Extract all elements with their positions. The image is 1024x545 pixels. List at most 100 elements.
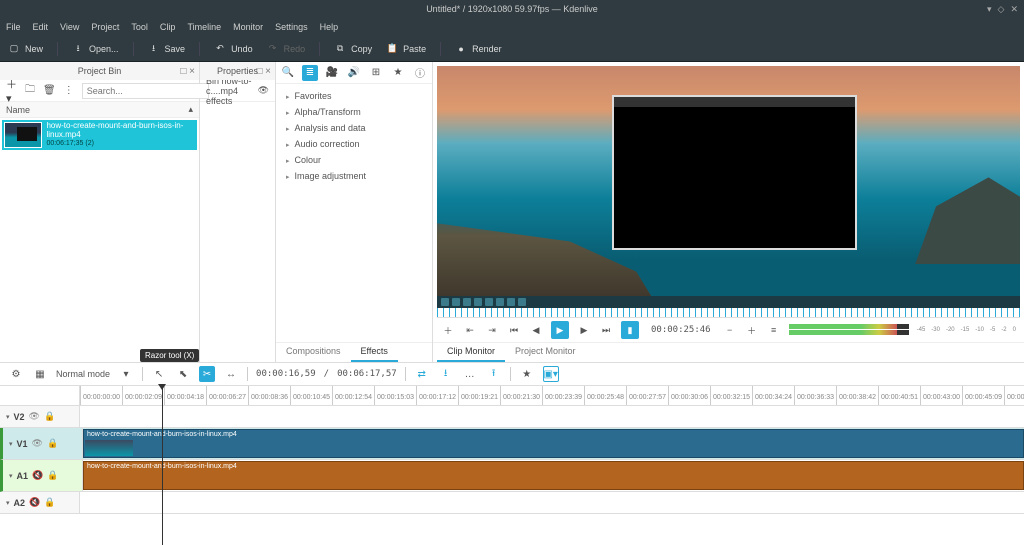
clip-monitor-view[interactable] [437,66,1020,308]
forward-icon[interactable]: ⏭ [599,323,613,337]
undo-button[interactable]: ↶Undo [214,43,253,55]
monitor-timecode[interactable]: 00:00:25:46 [647,325,715,335]
zoom-out-icon[interactable]: − [723,323,737,337]
effect-category[interactable]: Favorites [276,88,432,104]
menu-edit[interactable]: Edit [33,22,49,32]
close-icon[interactable]: □ × [256,66,271,77]
mute-icon[interactable]: 🔇 [32,470,43,481]
menu-file[interactable]: File [6,22,21,32]
video-icon[interactable]: 🎥 [324,65,340,81]
favorite-effect-icon[interactable]: ★ [519,366,535,382]
record-icon: ● [455,43,467,55]
timeline-toolbar: ⚙ ▦ Normal mode ▾ ↖ ⬉ ✂ Razor tool (X) ↔… [0,362,1024,386]
timeline-audio-clip[interactable]: how-to-create-mount-and-burn-isos-in-lin… [83,461,1024,490]
copy-button[interactable]: ⧉Copy [334,43,372,55]
mute-icon[interactable]: 👁 [32,438,43,449]
zone-end-icon[interactable]: ⇥ [485,323,499,337]
selection-tool[interactable]: ↖ [151,366,167,382]
bin-clip-item[interactable]: how-to-create-mount-and-burn-isos-in-lin… [2,120,197,150]
pointer-tool[interactable]: ⬉ [175,366,191,382]
menu-help[interactable]: Help [320,22,339,32]
menu-project[interactable]: Project [91,22,119,32]
open-button[interactable]: ⭳Open... [72,43,119,55]
minimize-icon[interactable]: ▾ [987,4,992,15]
info-icon[interactable]: ⓘ [412,65,428,81]
menu-timeline[interactable]: Timeline [187,22,221,32]
edit-mode-select[interactable]: Normal mode [56,369,110,379]
search-icon[interactable]: 🔍 [280,65,296,81]
close-icon[interactable]: □ × [180,66,195,77]
effect-category[interactable]: Alpha/Transform [276,104,432,120]
favorite-icon[interactable]: ★ [390,65,406,81]
menu-monitor[interactable]: Monitor [233,22,263,32]
timeline-ruler[interactable]: 00:00:00:0000:00:02:0900:00:04:1800:00:0… [80,386,1024,405]
expand-icon[interactable]: ▾ [9,440,13,448]
effect-category[interactable]: Analysis and data [276,120,432,136]
spacer-tool[interactable]: ↔ [223,366,239,382]
play-button[interactable]: ▶ [551,321,569,339]
tag-icon[interactable]: ⋮ [64,85,74,96]
insert-icon[interactable]: ⭳ [438,366,454,382]
tab-effects[interactable]: Effects [351,343,398,362]
preview-render-icon[interactable]: ▣▾ [543,366,559,382]
custom-icon[interactable]: ⊞ [368,65,384,81]
tab-compositions[interactable]: Compositions [276,343,351,362]
options-icon[interactable]: ≡ [767,323,781,337]
menu-clip[interactable]: Clip [160,22,176,32]
lock-icon[interactable]: 🔒 [44,497,55,508]
lift-icon[interactable]: ⭱ [486,366,502,382]
lock-icon[interactable]: 🔒 [47,470,58,481]
monitor-ruler[interactable] [437,308,1020,318]
folder-icon[interactable]: 🗀 [25,82,35,99]
expand-icon[interactable]: ▾ [9,472,13,480]
paste-button[interactable]: 📋Paste [386,43,426,55]
effect-category[interactable]: Audio correction [276,136,432,152]
mute-icon[interactable]: 🔇 [29,497,40,508]
tab-project-monitor[interactable]: Project Monitor [505,343,586,362]
chevron-down-icon[interactable]: ▾ [118,366,134,382]
expand-icon[interactable]: ▾ [6,413,10,421]
new-button[interactable]: ▢New [8,43,43,55]
effect-category[interactable]: Colour [276,152,432,168]
zoom-in-icon[interactable]: ＋ [745,323,759,337]
redo-button[interactable]: ↷Redo [267,43,306,55]
properties-tab[interactable]: Properties □ × [200,62,275,80]
lock-icon[interactable]: 🔒 [47,438,58,449]
mix-icon[interactable]: ⇄ [414,366,430,382]
list-view-icon[interactable]: ≣ [302,65,318,81]
bin-column-header[interactable]: Name▴ [0,102,199,118]
save-button[interactable]: ⭳Save [148,43,186,55]
add-marker-icon[interactable]: ＋ [441,323,455,337]
zone-start-icon[interactable]: ⇤ [463,323,477,337]
ruler-tick: 00:00:45:09 [962,386,1002,405]
ruler-tick: 00:00:12:54 [332,386,372,405]
lock-icon[interactable]: 🔒 [44,411,55,422]
playhead[interactable] [162,386,163,545]
bin-tab[interactable]: Project Bin □ × [0,62,199,80]
razor-tool[interactable]: ✂ [199,366,215,382]
maximize-icon[interactable]: ◇ [998,4,1005,15]
visibility-icon[interactable]: 👁 [258,85,269,96]
mute-icon[interactable]: 👁 [29,411,40,422]
settings-icon[interactable]: ⚙ [8,366,24,382]
timeline-video-clip[interactable]: how-to-create-mount-and-burn-isos-in-lin… [83,429,1024,458]
add-clip-button[interactable]: ＋▾ [6,76,17,105]
tab-clip-monitor[interactable]: Clip Monitor [437,343,505,362]
rewind-icon[interactable]: ⏮ [507,323,521,337]
cursor-timecode[interactable]: 00:00:16,59 [256,369,316,379]
bin-search-input[interactable] [82,83,209,99]
next-frame-icon[interactable]: ▶ [577,323,591,337]
overwrite-icon[interactable]: … [462,366,478,382]
prev-frame-icon[interactable]: ◀ [529,323,543,337]
menu-settings[interactable]: Settings [275,22,308,32]
audio-icon[interactable]: 🔊 [346,65,362,81]
render-button[interactable]: ●Render [455,43,502,55]
track-menu-icon[interactable]: ▦ [32,366,48,382]
expand-icon[interactable]: ▾ [6,499,10,507]
menu-view[interactable]: View [60,22,79,32]
loop-button[interactable]: ▮ [621,321,639,339]
menu-tool[interactable]: Tool [131,22,148,32]
effect-category[interactable]: Image adjustment [276,168,432,184]
close-icon[interactable]: ✕ [1010,4,1018,15]
delete-icon[interactable]: 🗑 [43,85,56,96]
